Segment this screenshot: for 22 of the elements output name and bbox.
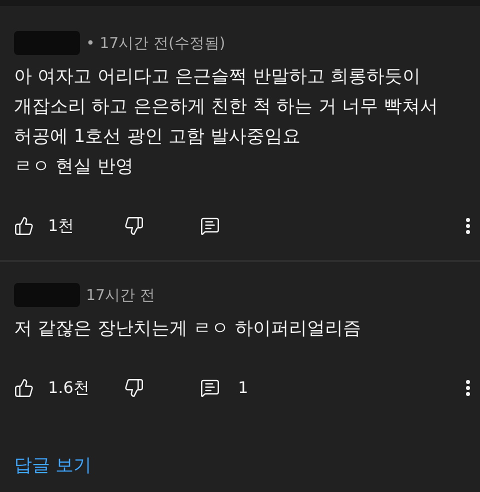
more-icon: [466, 380, 470, 396]
comment-text: ㄹㅇ 현실 반영: [14, 155, 134, 179]
comment-text: 저 같잖은 장난치는게 ㄹㅇ 하이퍼리얼리즘: [14, 317, 362, 341]
thumbs-up-icon: [14, 378, 34, 398]
comment-time: • 17시간 전(수정됨): [86, 32, 226, 54]
comment-text: 허공에 1호선 광인 고함 발사중임요: [14, 125, 302, 149]
reply-button[interactable]: [200, 216, 220, 236]
thumbs-down-icon: [124, 216, 144, 236]
view-replies-link[interactable]: 답글 보기: [14, 452, 92, 479]
more-icon: [466, 218, 470, 234]
comment-time: 17시간 전: [86, 284, 155, 306]
comment-icon: [200, 378, 220, 398]
comment-text: 아 여자고 어리다고 은근슬쩍 반말하고 희롱하듯이: [14, 65, 422, 89]
like-button[interactable]: 1천: [14, 214, 124, 238]
more-button[interactable]: [466, 380, 470, 396]
comment-icon: [200, 216, 220, 236]
like-button[interactable]: 1.6천: [14, 376, 124, 400]
reply-button[interactable]: 1: [200, 376, 248, 400]
thumbs-down-icon: [124, 378, 144, 398]
more-button[interactable]: [466, 218, 470, 234]
comment-text: 개잡소리 하고 은은하게 친한 척 하는 거 너무 빡쳐서: [14, 95, 439, 119]
thumbs-up-icon: [14, 216, 34, 236]
